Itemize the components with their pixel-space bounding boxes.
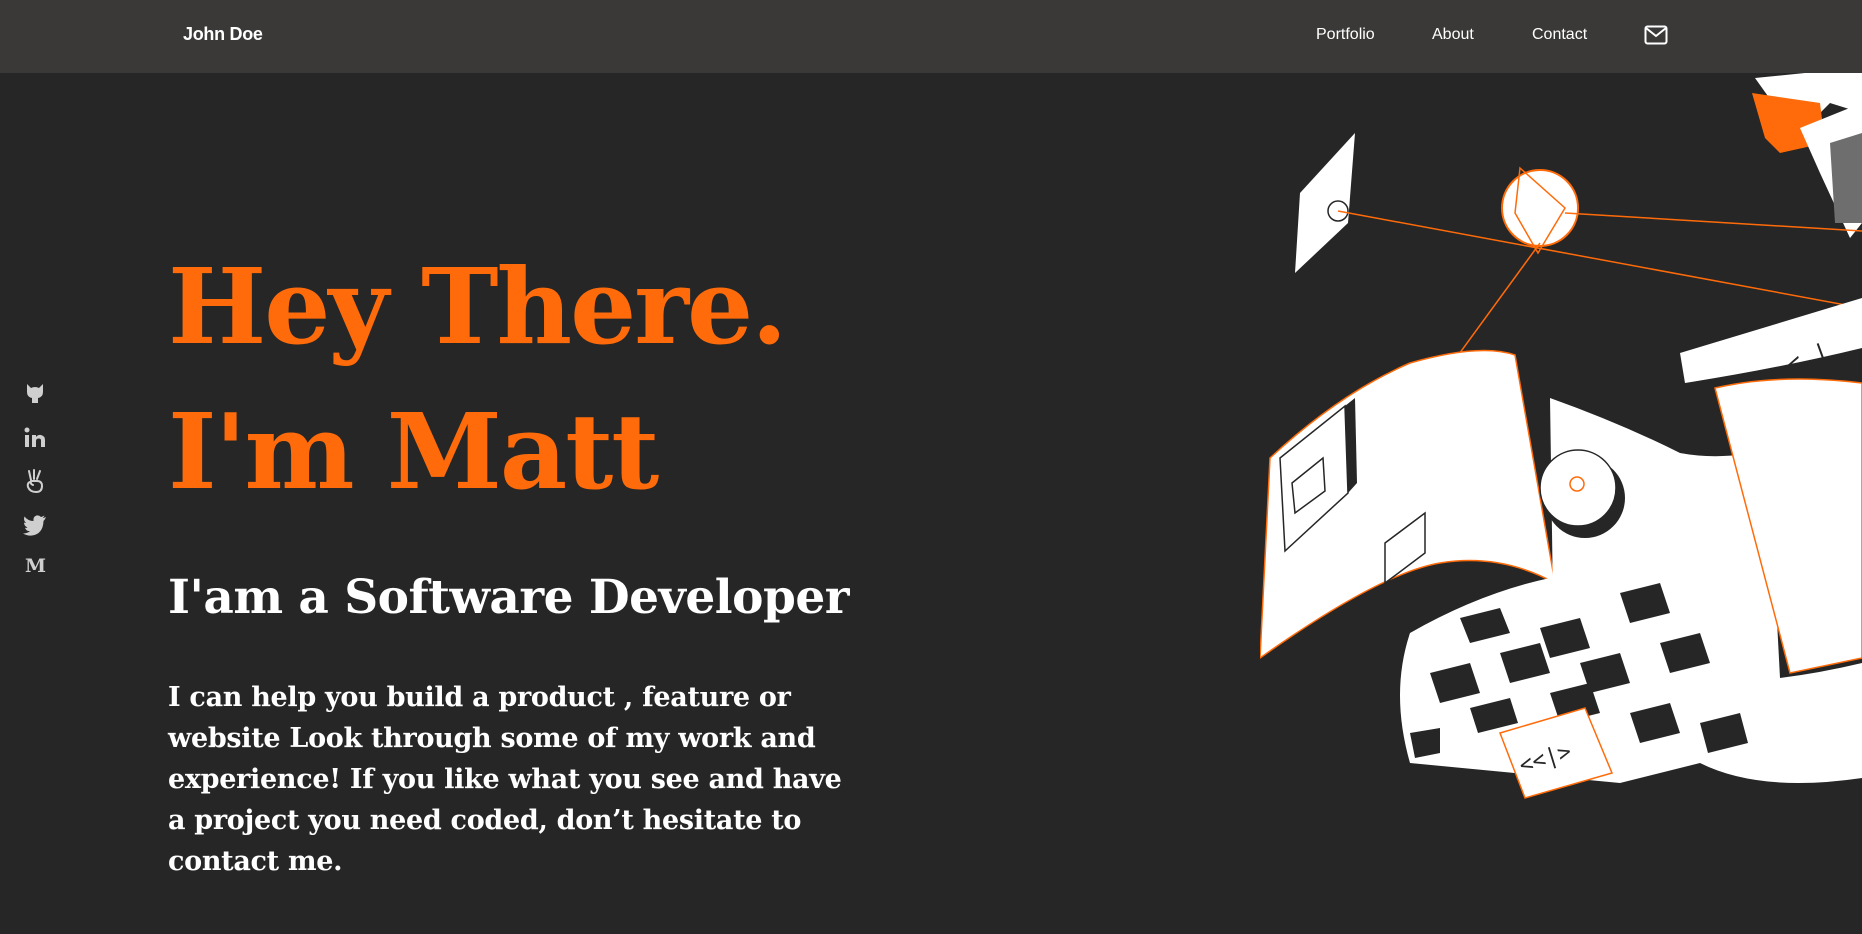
hero-description: I can help you build a product , feature… [168, 682, 842, 877]
medium-icon[interactable]: M [25, 555, 46, 577]
illustration-gray-block [1830, 133, 1862, 223]
linkedin-icon[interactable] [22, 425, 48, 451]
nav-link-about[interactable]: About [1432, 26, 1474, 44]
hero-illustration: <_|_ <<|> [1260, 73, 1862, 799]
illustration-circle [1501, 169, 1579, 247]
hero-title-line1: Hey There. [168, 245, 787, 368]
nav-link-contact[interactable]: Contact [1532, 26, 1587, 44]
illustration-card [1295, 133, 1355, 273]
github-icon[interactable] [22, 380, 48, 406]
angellist-icon[interactable] [22, 468, 48, 494]
brand-logo[interactable]: John Doe [183, 24, 263, 45]
navbar: John Doe Portfolio About Contact [0, 0, 1862, 73]
nav-link-portfolio[interactable]: Portfolio [1316, 26, 1375, 44]
hero-title-line2: I'm Matt [168, 390, 659, 513]
illustration-node [1539, 449, 1617, 527]
mail-icon[interactable] [1644, 25, 1668, 45]
hero-subtitle: I'am a Software Developer [168, 570, 850, 625]
twitter-icon[interactable] [22, 512, 48, 538]
